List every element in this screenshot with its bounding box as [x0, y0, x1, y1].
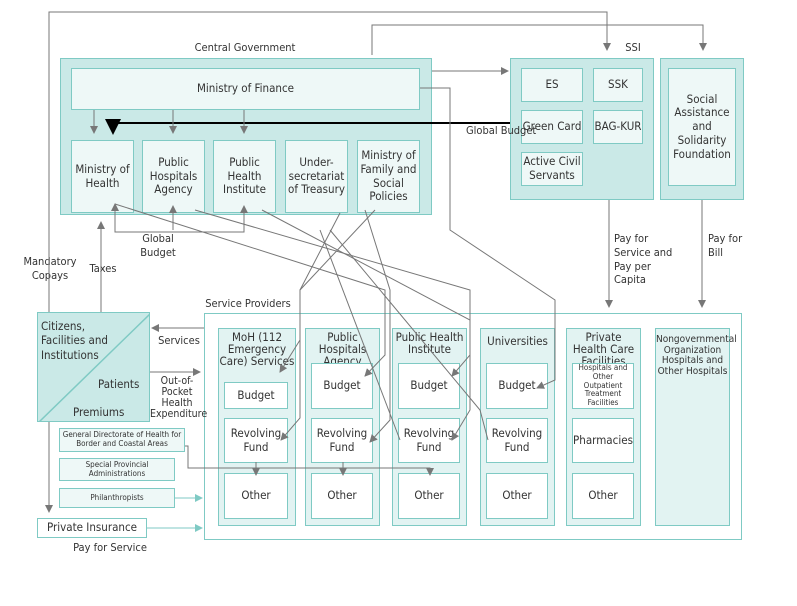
global-budget-bracket [114, 213, 245, 233]
arrow-pha-phi [194, 209, 471, 377]
arrow-phi-fund [261, 209, 471, 441]
arrow-treasury-pha-fund [364, 209, 391, 443]
arrow-copays-to-ssi [48, 11, 611, 312]
arrow-finance-to-universities [420, 87, 556, 389]
line-cross-fund-2 [329, 229, 489, 441]
health-financing-diagram: Central Government Ministry of Finance M… [0, 0, 797, 606]
arrow-family-moh [279, 209, 376, 373]
line-gd-spa [185, 445, 434, 476]
arrow-moh-pha-budget [114, 203, 386, 377]
flow-arrows [45, 11, 707, 532]
arrow-treasury-to-ssi [371, 24, 707, 55]
